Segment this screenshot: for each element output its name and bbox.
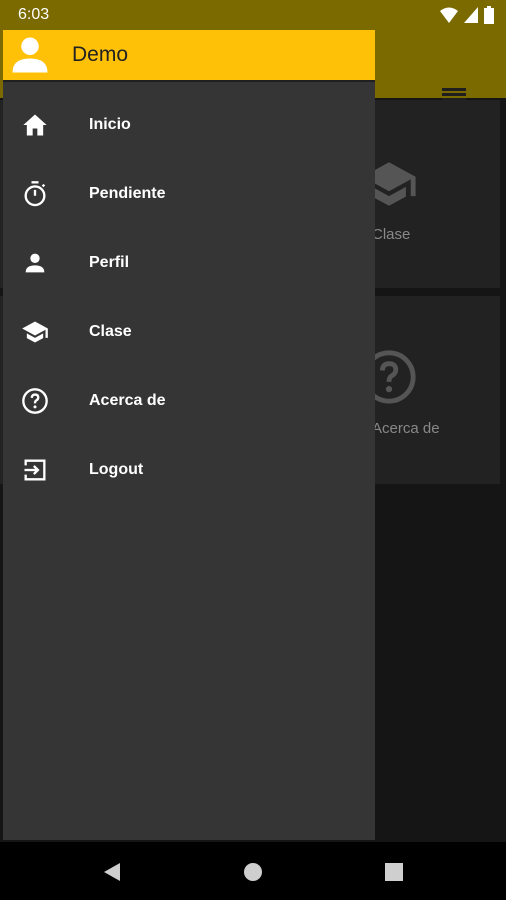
drawer-item-clase[interactable]: Clase: [3, 297, 375, 366]
drawer-user-name: Demo: [72, 43, 129, 66]
navigation-drawer: Demo Inicio Pendiente Perfil Clase Acerc…: [3, 30, 375, 840]
battery-icon: [484, 6, 494, 24]
status-icons: [440, 6, 494, 24]
drawer-item-label: Clase: [89, 323, 132, 340]
home-button-icon[interactable]: [241, 860, 265, 884]
drawer-item-label: Acerca de: [89, 392, 166, 409]
help-circle-icon: [22, 388, 48, 414]
system-nav-bar: [0, 842, 506, 900]
exit-icon: [24, 459, 46, 481]
home-icon: [23, 114, 47, 136]
wifi-icon: [440, 7, 458, 23]
drawer-item-inicio[interactable]: Inicio: [3, 90, 375, 159]
recents-icon[interactable]: [382, 860, 406, 884]
drawer-item-logout[interactable]: Logout: [3, 435, 375, 504]
avatar-icon: [12, 37, 48, 73]
app-screen: 6:03 Clase Acerca de Demo Inicio Pendien…: [0, 0, 506, 842]
card-label: Clase: [372, 226, 411, 243]
back-icon[interactable]: [100, 860, 124, 884]
drawer-item-label: Pendiente: [89, 185, 166, 202]
drawer-item-acerca-de[interactable]: Acerca de: [3, 366, 375, 435]
drawer-item-label: Logout: [89, 461, 144, 478]
drawer-item-perfil[interactable]: Perfil: [3, 228, 375, 297]
status-bar: 6:03: [0, 0, 506, 30]
signal-icon: [464, 7, 478, 23]
stopwatch-icon: [24, 181, 46, 207]
drawer-item-pendiente[interactable]: Pendiente: [3, 159, 375, 228]
person-icon: [25, 253, 45, 273]
status-time: 6:03: [18, 6, 50, 23]
drawer-item-label: Perfil: [89, 254, 130, 271]
card-label: Acerca de: [372, 420, 440, 437]
drawer-item-label: Inicio: [89, 116, 131, 133]
school-icon: [22, 321, 48, 343]
drawer-header: Demo: [3, 30, 375, 82]
